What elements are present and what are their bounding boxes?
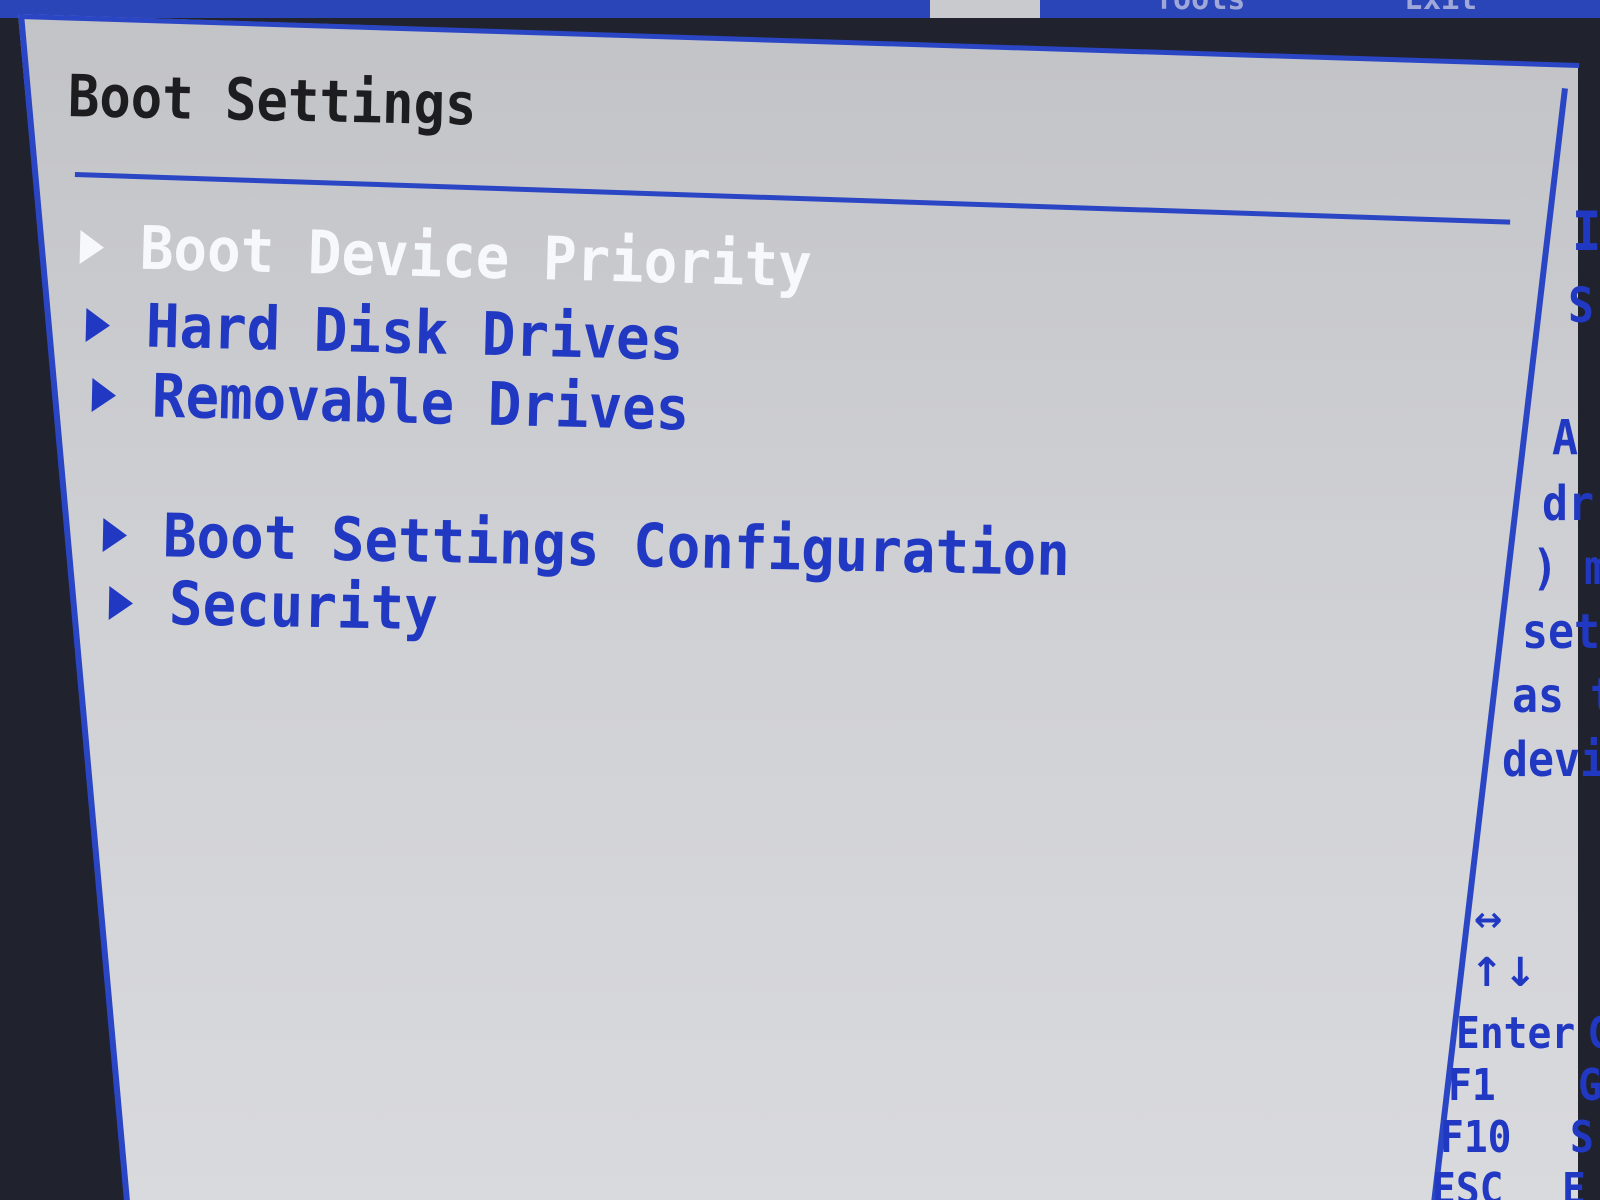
menu-item-label: Removable Drives xyxy=(151,361,691,445)
key-label-f10: F10 xyxy=(1440,1112,1512,1163)
key-label-f1: F1 xyxy=(1448,1060,1496,1111)
menu-item-label: Security xyxy=(168,569,439,645)
help-text-line: A xyxy=(1552,410,1579,466)
submenu-arrow-icon xyxy=(79,230,105,265)
page-title: Boot Settings xyxy=(67,62,478,139)
help-text-line: set xyxy=(1522,604,1600,660)
help-text-line: dr xyxy=(1542,476,1595,532)
key-label-enter: Enter xyxy=(1456,1008,1576,1059)
help-text-line: I xyxy=(1572,200,1600,263)
key-action-enter: G xyxy=(1588,1008,1600,1059)
help-text-line: ) m xyxy=(1532,540,1600,596)
menu-item-label: Hard Disk Drives xyxy=(145,291,685,375)
up-down-arrows-icon: ↑↓ xyxy=(1470,950,1538,996)
top-tab-active-highlight xyxy=(930,0,1040,18)
tab-tools[interactable]: Tools xyxy=(1155,0,1245,17)
bios-screen: Tools Exit Boot Settings Boot Device Pri… xyxy=(0,0,1600,1200)
tab-exit[interactable]: Exit xyxy=(1405,0,1477,17)
help-text-line: as t xyxy=(1512,668,1600,724)
top-tab-bar: Tools Exit xyxy=(0,0,1600,18)
key-action-esc: E xyxy=(1562,1164,1586,1200)
key-action-f1: G xyxy=(1578,1060,1600,1111)
submenu-arrow-icon xyxy=(102,518,128,553)
key-action-f10: S xyxy=(1570,1112,1594,1163)
submenu-arrow-icon xyxy=(85,308,111,343)
left-right-arrows-icon: ↔ xyxy=(1474,900,1503,940)
submenu-arrow-icon xyxy=(91,378,117,413)
help-text-line: devi xyxy=(1502,732,1600,788)
help-text-line: S xyxy=(1568,278,1595,334)
submenu-arrow-icon xyxy=(108,586,134,621)
key-label-esc: ESC xyxy=(1432,1164,1504,1200)
